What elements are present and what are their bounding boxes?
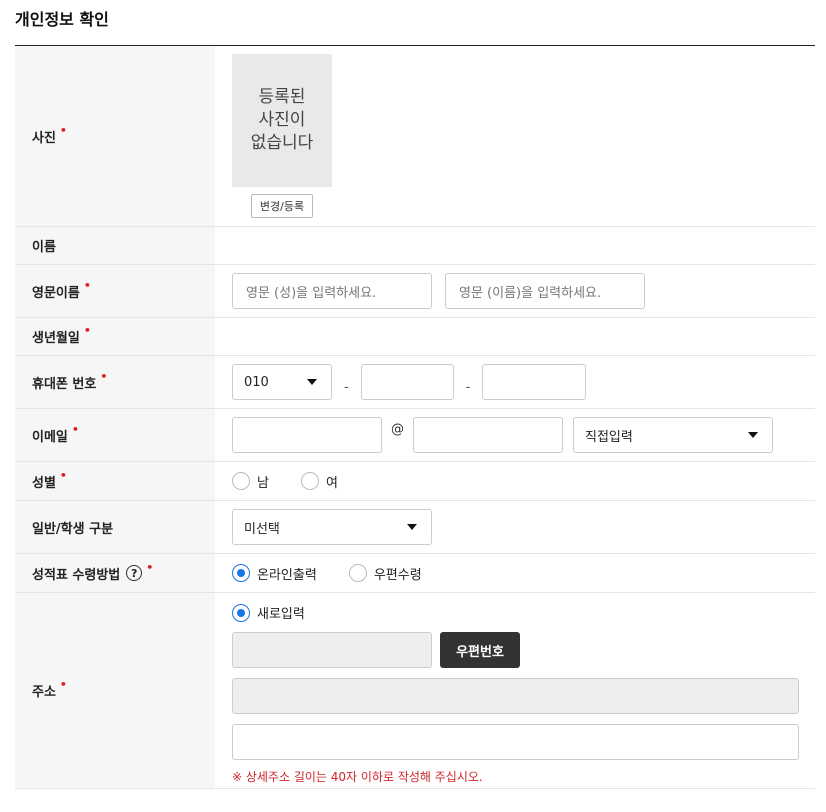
gender-male-label: 남 — [257, 475, 269, 491]
birth-label-cell: 생년월일 • — [15, 318, 215, 355]
student-type-label-cell: 일반/학생 구분 — [15, 501, 215, 553]
photo-placeholder: 등록된 사진이 없습니다 — [232, 54, 332, 187]
phone-label-cell: 휴대폰 번호 • — [15, 356, 215, 408]
required-mark: • — [59, 678, 67, 691]
report-mail-radio[interactable] — [348, 564, 367, 582]
caret-down-icon — [307, 379, 317, 385]
page-title: 개인정보 확인 — [15, 10, 109, 29]
phone-prefix-select[interactable]: 010 — [232, 364, 332, 400]
english-name-value-cell: 영문 (성)을 입력하세요. 영문 (이름)을 입력하세요. — [215, 265, 815, 317]
photo-wrapper: 등록된 사진이 없습니다 변경/등록 — [232, 54, 332, 218]
phone-dash: - — [465, 379, 471, 395]
postcode-button[interactable]: 우편번호 — [440, 632, 520, 668]
required-mark: • — [146, 560, 154, 574]
gender-male-radio[interactable] — [232, 472, 250, 490]
email-label: 이메일 — [32, 429, 68, 445]
address-value-cell: 새로입력 우편번호 ※ 상세주소 길이는 40자 이하로 작성해 주십시오. — [215, 593, 815, 788]
gender-female-radio[interactable] — [300, 472, 319, 490]
gender-radio-group: 남 여 — [215, 462, 815, 500]
student-type-select-value: 미선택 — [244, 521, 280, 537]
name-label-cell: 이름 — [15, 227, 215, 264]
email-domain-select[interactable]: 직접입력 — [573, 417, 773, 453]
address-length-note: ※ 상세주소 길이는 40자 이하로 작성해 주십시오. — [232, 770, 483, 784]
address-row: 주소 • 새로입력 우편번호 ※ 상세주소 길이는 40자 이하로 작성해 주십… — [15, 593, 815, 789]
email-label-cell: 이메일 • — [15, 409, 215, 461]
phone-last-input[interactable] — [482, 364, 587, 400]
english-name-label: 영문이름 — [32, 285, 80, 301]
birth-label: 생년월일 — [32, 331, 80, 346]
gender-row: 성별 • 남 여 — [15, 462, 815, 501]
student-type-value-cell: 미선택 — [215, 501, 815, 553]
email-at-sign: @ — [391, 421, 404, 437]
required-mark: • — [59, 468, 67, 482]
postcode-line: 우편번호 — [232, 632, 815, 668]
caret-down-icon — [407, 524, 417, 530]
phone-label: 휴대폰 번호 — [32, 376, 97, 392]
english-name-label-cell: 영문이름 • — [15, 265, 215, 317]
required-mark: • — [83, 278, 91, 292]
english-first-name-input[interactable]: 영문 (이름)을 입력하세요. — [445, 273, 645, 309]
report-online-label: 온라인출력 — [257, 567, 317, 583]
email-value-cell: @ 직접입력 — [215, 409, 815, 461]
english-name-row: 영문이름 • 영문 (성)을 입력하세요. 영문 (이름)을 입력하세요. — [15, 265, 815, 318]
photo-row: 사진 • 등록된 사진이 없습니다 변경/등록 — [15, 46, 815, 227]
name-label: 이름 — [32, 240, 56, 255]
address-new-input-group: 새로입력 — [232, 603, 815, 622]
address-label-cell: 주소 • — [15, 593, 215, 788]
phone-value-cell: 010 - - — [215, 356, 815, 408]
student-type-label: 일반/학생 구분 — [32, 521, 114, 537]
required-mark: • — [100, 369, 108, 383]
report-method-row: 성적표 수령방법 ? • 온라인출력 우편수령 — [15, 554, 815, 593]
required-mark: • — [71, 422, 79, 436]
student-type-row: 일반/학생 구분 미선택 — [15, 501, 815, 554]
caret-down-icon — [748, 432, 758, 438]
required-mark: • — [83, 324, 91, 337]
address-new-input-label: 새로입력 — [257, 607, 305, 622]
personal-info-form: 사진 • 등록된 사진이 없습니다 변경/등록 이름 영문이름 • 영문 (성)… — [15, 46, 815, 789]
email-row: 이메일 • @ 직접입력 — [15, 409, 815, 462]
address-label: 주소 — [32, 685, 56, 700]
birth-value — [215, 318, 815, 355]
help-icon[interactable]: ? — [126, 565, 143, 581]
english-last-name-input[interactable]: 영문 (성)을 입력하세요. — [232, 273, 432, 309]
report-method-label-cell: 성적표 수령방법 ? • — [15, 554, 215, 592]
phone-middle-input[interactable] — [360, 364, 454, 400]
postcode-input[interactable] — [232, 632, 432, 668]
phone-prefix-value: 010 — [244, 374, 269, 390]
birth-row: 생년월일 • — [15, 318, 815, 356]
email-id-input[interactable] — [232, 417, 382, 453]
photo-label: 사진 — [32, 130, 56, 146]
name-value — [215, 227, 815, 264]
report-online-radio[interactable] — [232, 564, 250, 582]
photo-value-cell: 등록된 사진이 없습니다 변경/등록 — [215, 46, 815, 226]
address-new-input-radio[interactable] — [232, 603, 250, 622]
report-method-label: 성적표 수령방법 — [32, 567, 121, 583]
change-photo-button[interactable]: 변경/등록 — [250, 194, 314, 218]
phone-row: 휴대폰 번호 • 010 - - — [15, 356, 815, 409]
gender-female-label: 여 — [325, 475, 338, 491]
email-domain-input[interactable] — [413, 417, 563, 453]
phone-dash: - — [344, 379, 349, 395]
report-mail-label: 우편수령 — [373, 567, 422, 583]
address-detail-input[interactable] — [232, 724, 799, 760]
student-type-select[interactable]: 미선택 — [232, 509, 432, 545]
report-method-radio-group: 온라인출력 우편수령 — [215, 554, 815, 592]
gender-label-cell: 성별 • — [15, 462, 215, 500]
address-main-input[interactable] — [232, 678, 799, 714]
required-mark: • — [59, 123, 67, 137]
photo-label-cell: 사진 • — [15, 46, 215, 226]
name-row: 이름 — [15, 227, 815, 265]
gender-label: 성별 — [32, 475, 56, 491]
email-domain-select-value: 직접입력 — [585, 429, 633, 445]
